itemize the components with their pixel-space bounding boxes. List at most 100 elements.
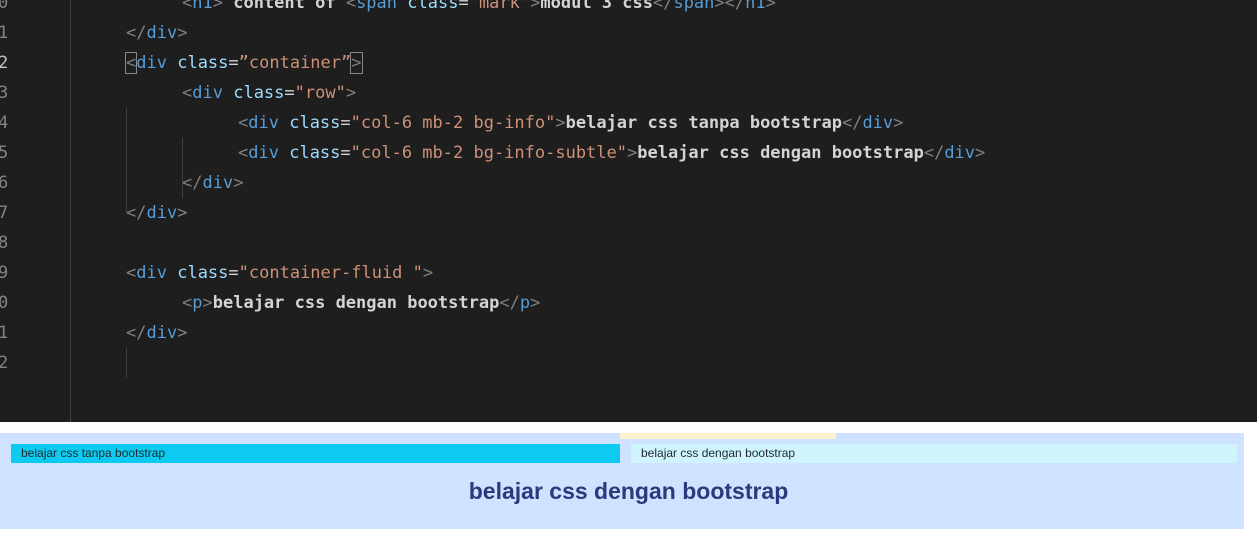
col-bg-info-text: belajar css tanpa bootstrap xyxy=(21,446,166,460)
code-token: "container-fluid " xyxy=(238,263,423,283)
code-token: div xyxy=(146,203,178,223)
code-token: belajar css dengan bootstrap xyxy=(212,293,500,313)
code-token: content of xyxy=(233,0,346,13)
code-token: </ xyxy=(126,203,147,223)
code-token: > xyxy=(530,293,541,313)
code-line[interactable]: </div> xyxy=(126,198,187,228)
code-line[interactable]: </div> xyxy=(126,18,187,48)
code-token: "mark" xyxy=(468,0,531,13)
code-token: > xyxy=(627,143,638,163)
code-token: div xyxy=(136,53,167,73)
code-token: belajar css tanpa bootstrap xyxy=(565,113,842,133)
line-number: 1 xyxy=(0,23,9,43)
line-number: 6 xyxy=(0,173,9,193)
code-token: div xyxy=(136,263,167,283)
code-token: > xyxy=(555,113,566,133)
code-token: class xyxy=(289,143,341,163)
code-token: ”container” xyxy=(238,53,352,73)
line-number-gutter: 0 1 2 3 4 5 6 7 8 9 0 1 2 xyxy=(0,0,71,422)
code-token: </ xyxy=(126,23,147,43)
indent-guide xyxy=(126,108,127,212)
code-token: class xyxy=(407,0,459,13)
line-number: 5 xyxy=(0,143,9,163)
code-token: </ xyxy=(841,113,863,133)
browser-preview: belajar css tanpa bootstrap belajar css … xyxy=(0,422,1257,540)
code-token: div xyxy=(862,113,894,133)
line-number: 1 xyxy=(0,323,9,343)
code-line[interactable]: <div class="row"> xyxy=(182,78,356,108)
code-token: = xyxy=(340,143,351,163)
code-token: div xyxy=(192,83,223,103)
code-token: > xyxy=(530,0,541,13)
code-token: div xyxy=(202,173,234,193)
code-token: > xyxy=(422,263,434,283)
col-bg-info-subtle: belajar css dengan bootstrap xyxy=(631,444,1237,463)
code-token: > xyxy=(345,83,357,103)
code-token: > xyxy=(177,23,188,43)
code-line[interactable]: </div> xyxy=(182,168,243,198)
code-token: span xyxy=(356,0,398,13)
code-line[interactable]: <div class="col-6 mb-2 bg-info-subtle">b… xyxy=(238,138,985,168)
code-token: </ xyxy=(499,293,520,313)
line-number: 8 xyxy=(0,233,9,253)
code-token: belajar css dengan bootstrap xyxy=(637,143,924,163)
line-number: 2 xyxy=(0,53,9,73)
code-token: class xyxy=(289,113,341,133)
highlight-strip xyxy=(620,433,836,439)
code-line[interactable]: <div class="container-fluid "> xyxy=(126,258,433,288)
code-token: < xyxy=(126,263,137,283)
line-number: 7 xyxy=(0,203,9,223)
code-token: = xyxy=(458,0,469,13)
code-token: > xyxy=(975,143,986,163)
code-token: = xyxy=(284,83,295,103)
code-token: div xyxy=(944,143,976,163)
line-number: 3 xyxy=(0,83,9,103)
code-token: < xyxy=(238,143,249,163)
code-token: class xyxy=(177,263,229,283)
code-line[interactable]: <h1> content of <span class="mark">modul… xyxy=(182,0,776,18)
code-token: h1 xyxy=(745,0,766,13)
code-line[interactable]: <div class=”container”> xyxy=(124,48,363,78)
code-token: > xyxy=(202,293,213,313)
code-token: = xyxy=(228,53,239,73)
code-line[interactable]: </div> xyxy=(126,318,187,348)
code-editor[interactable]: 0123456789012 <h1> content of <span clas… xyxy=(0,0,1257,422)
code-token: > xyxy=(350,52,363,74)
code-token: </ xyxy=(182,173,203,193)
code-token: p xyxy=(192,293,203,313)
code-token: p xyxy=(519,293,531,313)
code-token: div xyxy=(248,143,279,163)
code-token: > xyxy=(177,203,188,223)
code-token: < xyxy=(238,113,249,133)
code-token: span xyxy=(673,0,715,13)
line-number: 2 xyxy=(0,353,9,373)
code-token: class xyxy=(177,53,229,73)
code-token: div xyxy=(146,23,178,43)
line-number: 0 xyxy=(0,293,9,313)
code-token: > xyxy=(177,323,188,343)
indent-guide xyxy=(126,348,127,378)
code-line[interactable]: <div class="col-6 mb-2 bg-info">belajar … xyxy=(238,108,903,138)
code-token: div xyxy=(248,113,279,133)
code-token: < xyxy=(345,0,357,13)
code-token: modul 3 css xyxy=(540,0,653,13)
code-token: "row" xyxy=(294,83,346,103)
line-number: 0 xyxy=(0,0,9,13)
code-token: = xyxy=(340,113,351,133)
indent-guide xyxy=(70,0,71,422)
code-token: > xyxy=(765,0,776,13)
line-number: 4 xyxy=(0,113,9,133)
code-token: = xyxy=(228,263,239,283)
code-line[interactable]: <p>belajar css dengan bootstrap</p> xyxy=(182,288,540,318)
code-token: > xyxy=(893,113,904,133)
code-token: < xyxy=(182,0,193,13)
code-token: > xyxy=(233,173,244,193)
code-token: ></ xyxy=(714,0,746,13)
code-token: </ xyxy=(652,0,674,13)
preview-paragraph: belajar css dengan bootstrap xyxy=(468,478,789,504)
